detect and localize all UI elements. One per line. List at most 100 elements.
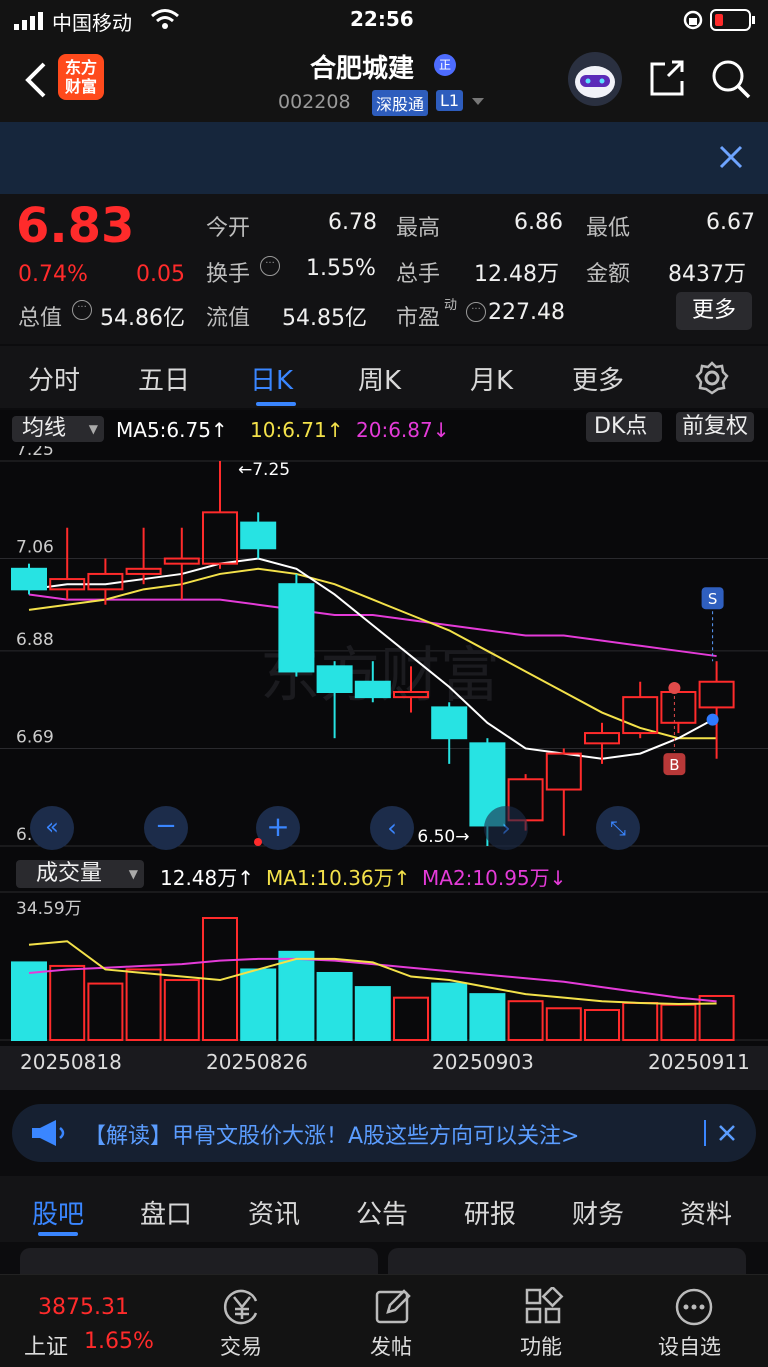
zoom-out-button[interactable]: − xyxy=(144,806,188,850)
volume-bar xyxy=(49,964,86,1042)
tab-more[interactable]: 更多 xyxy=(572,360,624,397)
bottom-bar: 3875.31 上证 1.65% 交易 发帖 功能 设自选 xyxy=(0,1274,768,1367)
quote-panel: 6.83 0.74% 0.05 今开 6.78 最高 6.86 最低 6.67 … xyxy=(0,194,768,344)
chevron-down-icon[interactable] xyxy=(470,96,486,108)
value-open: 6.78 xyxy=(328,210,377,235)
high-marker: ←7.25 xyxy=(238,460,290,480)
label-float-value: 流值 xyxy=(206,306,251,331)
candle-body xyxy=(545,752,582,791)
tab-five-day[interactable]: 五日 xyxy=(138,360,190,397)
info-icon[interactable]: ··· xyxy=(72,300,92,320)
kline-chart-area: 均线 ▼ MA5:6.75↑ 10:6.71↑ 20:6.87↓ DK点 前复权 … xyxy=(0,410,768,1090)
volume-bar xyxy=(11,961,47,1042)
volume-ma2: MA2:10.95万↓ xyxy=(422,866,567,890)
tab-indicator xyxy=(256,402,296,406)
volume-bar xyxy=(354,986,391,1042)
tab-news[interactable]: 资讯 xyxy=(248,1194,300,1231)
post-label: 发帖 xyxy=(370,1335,412,1359)
megaphone-icon xyxy=(32,1120,65,1146)
ma10-label: 10:6.71↑ xyxy=(250,418,344,442)
dk-point-button[interactable]: DK点 xyxy=(586,412,662,442)
volume-select-label: 成交量 xyxy=(36,861,103,886)
candle-body xyxy=(163,557,200,565)
adjustment-button[interactable]: 前复权 xyxy=(676,412,755,442)
volume-value: 12.48万↑ xyxy=(160,866,255,890)
add-watchlist-label: 设自选 xyxy=(658,1335,721,1359)
ad-banner xyxy=(0,122,768,194)
tab-order-book[interactable]: 盘口 xyxy=(140,1194,192,1231)
settings-icon[interactable] xyxy=(694,360,730,396)
tab-daily-k[interactable]: 日K xyxy=(250,360,293,397)
grid-lines xyxy=(0,460,768,1041)
robot-assistant-icon[interactable] xyxy=(566,50,624,108)
back-icon[interactable] xyxy=(22,60,48,100)
candle-body xyxy=(202,511,238,565)
ma20-label: 20:6.87↓ xyxy=(356,418,450,442)
value-turnover: 1.55% xyxy=(306,256,376,281)
scroll-left-button[interactable]: ‹ xyxy=(370,806,414,850)
tab-indicator xyxy=(38,1232,78,1236)
kline-chart[interactable]: 东方财富 7.257.066.886.696.50 ←7.256.50→SB xyxy=(0,446,768,1090)
news-text[interactable]: 【解读】甲骨文股价大涨！A股这些方向可以关注> xyxy=(84,1118,580,1150)
scroll-left-fast-button[interactable]: « xyxy=(30,806,74,850)
s-marker: S xyxy=(708,590,718,608)
app-logo: 东方 财富 xyxy=(58,54,104,100)
tab-financials[interactable]: 财务 xyxy=(572,1194,624,1231)
trade-button[interactable]: 交易 xyxy=(200,1285,284,1361)
tab-profile[interactable]: 资料 xyxy=(680,1194,732,1231)
share-icon[interactable] xyxy=(648,58,686,98)
info-icon[interactable]: ··· xyxy=(260,256,280,276)
divider xyxy=(704,1120,706,1146)
tab-intraday[interactable]: 分时 xyxy=(28,360,80,397)
period-tabs: 分时 五日 日K 周K 月K 更多 xyxy=(0,346,768,408)
label-turnover: 换手 xyxy=(206,262,251,287)
add-watchlist-button[interactable]: 设自选 xyxy=(652,1285,748,1361)
candle-body xyxy=(431,706,468,740)
volume-bar xyxy=(125,968,162,1042)
label-pe: 市盈 xyxy=(396,306,441,331)
fullscreen-button[interactable]: ⤡ xyxy=(596,806,640,850)
change-amount: 0.05 xyxy=(136,262,185,287)
trade-label: 交易 xyxy=(220,1335,262,1359)
features-button[interactable]: 功能 xyxy=(500,1285,584,1361)
ma-select[interactable]: 均线 ▼ xyxy=(12,416,104,442)
tab-research[interactable]: 研报 xyxy=(464,1194,516,1231)
volume-ma1: MA1:10.36万↑ xyxy=(266,866,411,890)
label-total-value: 总值 xyxy=(18,306,63,331)
volume-bar xyxy=(278,950,315,1041)
status-bar: 中国移动 22:56 xyxy=(0,0,768,40)
search-icon[interactable] xyxy=(710,58,752,100)
news-ticker[interactable]: 【解读】甲骨文股价大涨！A股这些方向可以关注> xyxy=(12,1104,756,1162)
volume-bar xyxy=(545,1007,582,1041)
tab-weekly-k[interactable]: 周K xyxy=(358,360,401,397)
buy-dot xyxy=(668,682,681,694)
close-icon[interactable] xyxy=(718,1124,736,1142)
volume-bar xyxy=(316,971,353,1041)
volume-bar xyxy=(507,1000,544,1041)
zoom-in-button[interactable]: + xyxy=(256,806,300,850)
label-low: 最低 xyxy=(586,216,631,241)
value-total-value: 54.86亿 xyxy=(100,306,185,331)
close-icon[interactable] xyxy=(718,144,744,170)
candle-body xyxy=(278,583,315,673)
more-dots-icon xyxy=(675,1288,713,1326)
tab-forum[interactable]: 股吧 xyxy=(32,1194,84,1231)
candle-body xyxy=(698,680,735,709)
tab-monthly-k[interactable]: 月K xyxy=(470,360,513,397)
candle-body xyxy=(584,732,620,745)
tab-announcements[interactable]: 公告 xyxy=(356,1194,408,1231)
more-button[interactable]: 更多 xyxy=(676,292,752,330)
date-label: 20250903 xyxy=(432,1050,534,1074)
volume-bar xyxy=(87,982,124,1041)
volume-bar xyxy=(393,996,429,1042)
date-label: 20250826 xyxy=(206,1050,308,1074)
info-icon[interactable]: ··· xyxy=(466,302,486,322)
label-volume: 总手 xyxy=(396,262,441,287)
label-pe-sup: 动 xyxy=(444,298,458,313)
post-button[interactable]: 发帖 xyxy=(350,1285,434,1361)
tag-shenzhen-connect: 深股通 xyxy=(372,90,429,116)
scroll-right-button[interactable]: › xyxy=(484,806,528,850)
stock-code: 002208 xyxy=(278,91,351,113)
volume-select[interactable]: 成交量 ▼ xyxy=(16,860,144,888)
edit-icon xyxy=(375,1289,411,1324)
